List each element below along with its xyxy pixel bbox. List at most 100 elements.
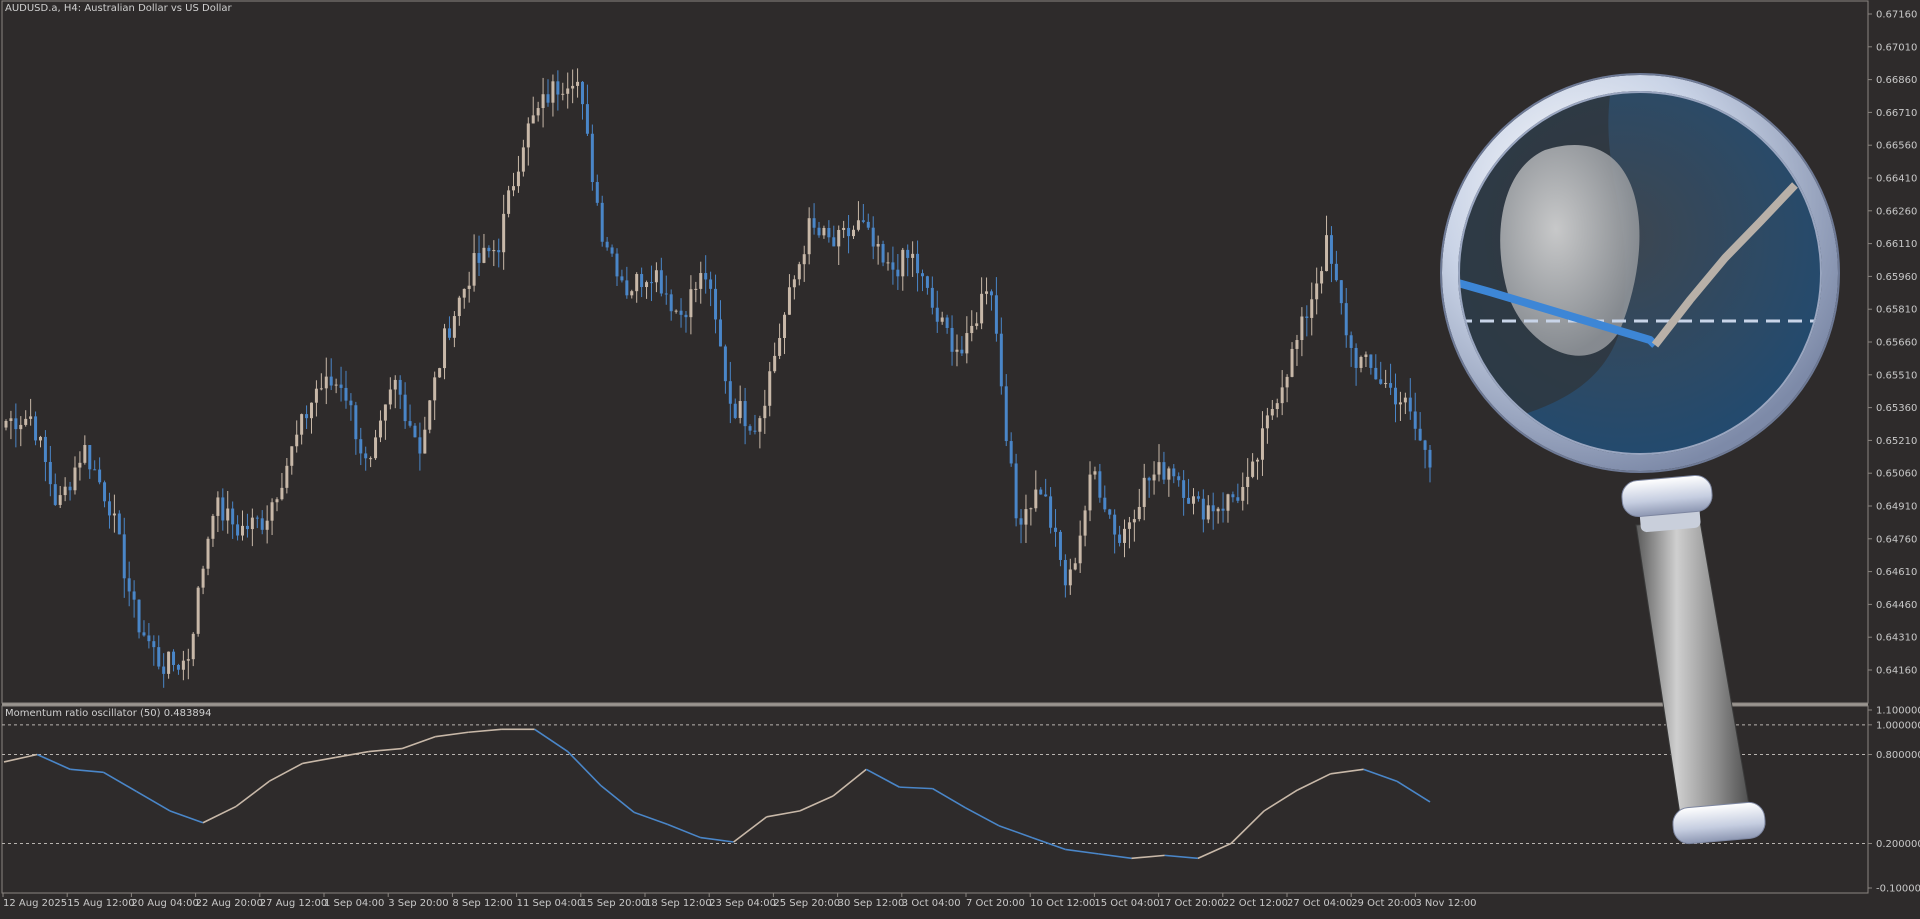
candle-body	[319, 388, 323, 390]
candle-body	[344, 387, 348, 401]
candle-body	[107, 501, 111, 516]
candle-body	[965, 333, 969, 354]
price-tick-label: 0.66710	[1876, 108, 1917, 119]
candle-body	[723, 346, 727, 382]
time-tick-label: 12 Aug 2025	[3, 898, 67, 909]
candle-body	[1034, 489, 1038, 509]
candle-body	[231, 508, 235, 525]
candle-body	[595, 182, 599, 203]
candle-body	[1344, 303, 1348, 336]
candle-body	[1359, 356, 1363, 368]
oscillator-segment	[1330, 768, 1364, 775]
oscillator-segment	[36, 753, 71, 771]
trading-chart-window: 0.67160 0.67010 0.66860 0.66710 0.66560 0.664…	[0, 0, 1920, 915]
candle-body	[502, 213, 506, 253]
candle-body	[1191, 496, 1195, 504]
candle-body	[571, 85, 575, 89]
candle-body	[1384, 383, 1388, 385]
candle-body	[1256, 459, 1260, 462]
candle-body	[704, 273, 708, 280]
candle-body	[615, 253, 619, 277]
oscillator-axis[interactable]: 1.100000 1.000000 0.800000 0.200000 -0.10000…	[1868, 706, 1920, 895]
candle-body	[1295, 340, 1299, 349]
oscillator-segment	[202, 805, 237, 824]
oscillator-segment	[235, 780, 270, 808]
candle-body	[1354, 347, 1358, 368]
osc-tick-label: 0.200000	[1876, 839, 1920, 850]
candle-body	[970, 325, 974, 334]
candle-body	[1260, 428, 1264, 460]
candle-body	[9, 418, 13, 421]
candle-body	[24, 418, 28, 425]
candle-body	[605, 241, 609, 248]
candle-body	[14, 418, 18, 430]
candle-body	[423, 429, 427, 454]
candle-body	[438, 368, 442, 378]
candle-body	[802, 254, 806, 265]
oscillator-segment	[1164, 854, 1198, 860]
candle-body	[393, 379, 397, 390]
candle-body	[985, 291, 989, 294]
candle-body	[773, 355, 777, 372]
candle-body	[314, 388, 318, 403]
candle-body	[989, 291, 993, 296]
candle-body	[1029, 508, 1033, 510]
candle-body	[122, 534, 126, 579]
candle-body	[58, 495, 62, 505]
candle-body	[1428, 449, 1432, 468]
candle-body	[566, 88, 570, 94]
indicator-pane-border	[1, 705, 1869, 894]
candle-body	[935, 307, 939, 322]
candle-body	[891, 262, 895, 270]
price-tick-label: 0.66110	[1876, 239, 1917, 250]
oscillator-segment	[136, 790, 171, 812]
time-axis[interactable]: 12 Aug 2025 15 Aug 12:0020 Aug 04:0022 Au…	[2, 893, 1476, 909]
osc-tick-label: 0.800000	[1876, 750, 1920, 761]
oscillator-line	[3, 728, 1431, 860]
price-tick-label: 0.66260	[1876, 206, 1917, 217]
candle-body	[403, 394, 407, 422]
time-tick-label: 7 Oct 20:00	[966, 898, 1025, 909]
candle-body	[812, 218, 816, 228]
candle-body	[181, 660, 185, 670]
candle-body	[1413, 411, 1417, 429]
candle-body	[221, 497, 225, 521]
candle-body	[1369, 354, 1373, 368]
candle-body	[1275, 403, 1279, 410]
candle-body	[733, 403, 737, 418]
candle-body	[1187, 497, 1191, 504]
candle-body	[408, 421, 412, 426]
candle-body	[901, 249, 905, 277]
oscillator-segment	[3, 753, 38, 763]
price-tick-label: 0.67010	[1876, 42, 1917, 53]
candle-body	[1137, 506, 1141, 520]
candle-body	[127, 578, 131, 592]
candle-body	[285, 465, 289, 488]
candle-body	[526, 123, 530, 148]
candle-body	[457, 297, 461, 317]
candle-body	[960, 349, 964, 354]
candle-body	[1009, 441, 1013, 464]
oscillator-segment	[1396, 780, 1431, 803]
candle-body	[674, 310, 678, 312]
candle-body	[714, 288, 718, 320]
candle-body	[753, 430, 757, 432]
candle-body	[807, 218, 811, 255]
price-axis[interactable]: 0.67160 0.67010 0.66860 0.66710 0.66560 0.664…	[1868, 10, 1917, 677]
candle-body	[477, 253, 481, 263]
oscillator-segment	[633, 811, 668, 825]
candle-body	[157, 647, 161, 667]
candle-body	[255, 517, 259, 519]
candle-body	[748, 426, 752, 431]
chart-canvas[interactable]: 0.67160 0.67010 0.66860 0.66710 0.66560 0.664…	[0, 0, 1920, 915]
oscillator-segment	[302, 756, 336, 765]
candle-body	[1039, 489, 1043, 495]
candle-body	[142, 632, 146, 636]
candle-body	[280, 487, 284, 500]
price-tick-label: 0.67160	[1876, 10, 1917, 21]
candle-body	[1088, 474, 1092, 511]
candle-body	[531, 115, 535, 124]
candle-body	[1167, 468, 1171, 480]
candle-body	[1177, 476, 1181, 481]
candle-body	[906, 249, 910, 258]
